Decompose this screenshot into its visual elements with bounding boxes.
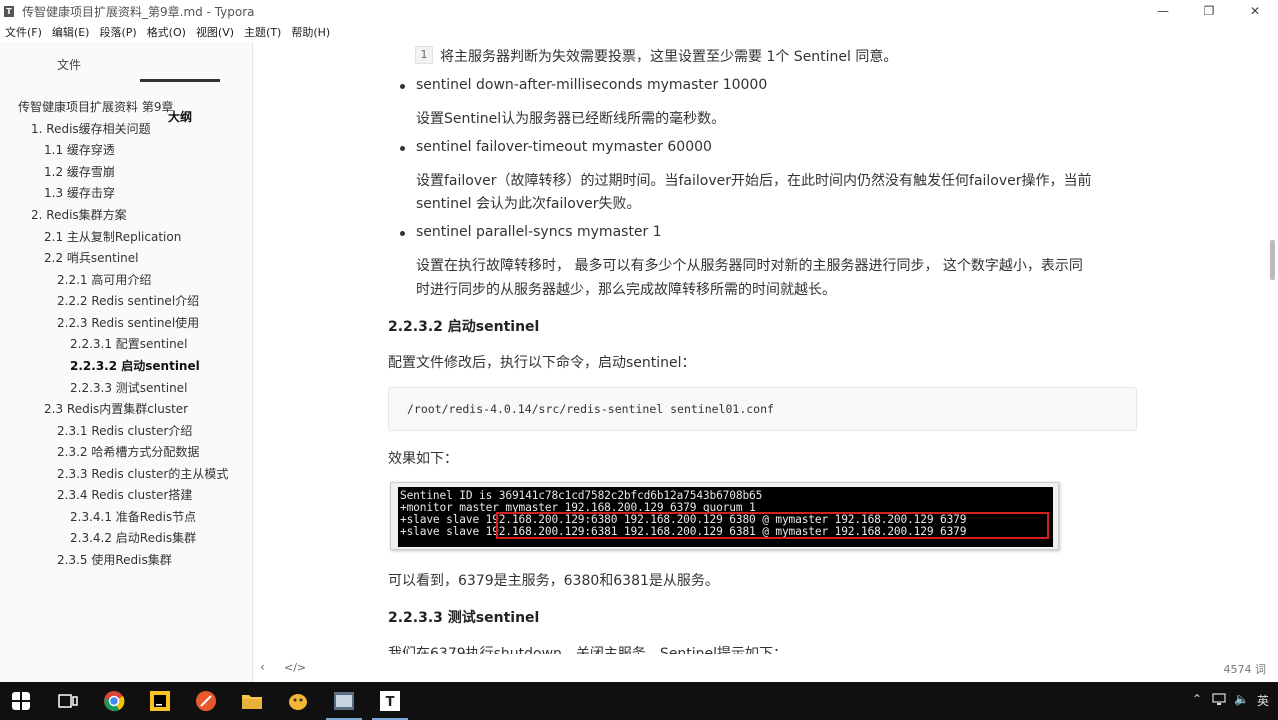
- menu-paragraph[interactable]: 段落(P): [94, 24, 141, 40]
- outline-item[interactable]: 2.2.1 高可用介绍: [57, 271, 151, 288]
- windows-taskbar: T ⌃ 🔈 英: [0, 682, 1278, 720]
- outline-item[interactable]: 2. Redis集群方案: [31, 206, 127, 223]
- tab-files[interactable]: 文件: [57, 56, 81, 73]
- outline-item[interactable]: 2.3.1 Redis cluster介绍: [57, 422, 192, 439]
- intellij-icon[interactable]: [149, 690, 171, 712]
- outline-item[interactable]: 2.2.2 Redis sentinel介绍: [57, 292, 199, 309]
- paragraph: 我们在6379执行shutdown，关闭主服务，Sentinel提示如下：: [388, 646, 788, 654]
- toggle-sidebar-icon[interactable]: ‹: [260, 660, 265, 674]
- paragraph: 可以看到，6379是主服务，6380和6381是从服务。: [388, 573, 719, 589]
- outline-item[interactable]: 2.3.4 Redis cluster搭建: [57, 486, 192, 503]
- config-item-desc: sentinel 会认为此次failover失败。: [416, 196, 641, 212]
- outline-item[interactable]: 1. Redis缓存相关问题: [31, 120, 151, 137]
- list-item-text: 将主服务器判断为失效需要投票，这里设置至少需要 1个 Sentinel 同意。: [440, 49, 898, 65]
- svg-text:T: T: [386, 695, 395, 710]
- outline-item[interactable]: 1.1 缓存穿透: [44, 141, 115, 158]
- outline-item[interactable]: 2.2.3.3 测试sentinel: [70, 379, 187, 396]
- file-explorer-icon[interactable]: [241, 690, 263, 712]
- list-number: 1: [415, 46, 433, 64]
- window-title: 传智健康项目扩展资料_第9章.md - Typora: [22, 4, 255, 19]
- terminal-output: Sentinel ID is 369141c78c1cd7582c2bfcd6b…: [398, 487, 1053, 547]
- section-heading: 2.2.3.2 启动sentinel: [388, 319, 540, 335]
- outline-item[interactable]: 2.3 Redis内置集群cluster: [44, 400, 188, 417]
- network-icon[interactable]: [1212, 692, 1226, 706]
- outline-item[interactable]: 2.3.2 哈希槽方式分配数据: [57, 443, 199, 460]
- config-item-desc: 设置在执行故障转移时， 最多可以有多少个从服务器同时对新的主服务器进行同步， 这…: [416, 258, 1083, 274]
- bullet-icon: [400, 84, 405, 89]
- windows-start-icon[interactable]: [12, 692, 30, 710]
- code-line: /root/redis-4.0.14/src/redis-sentinel se…: [407, 402, 774, 416]
- paragraph: 效果如下：: [388, 451, 458, 467]
- menu-bar: 文件(F) 编辑(E) 段落(P) 格式(O) 视图(V) 主题(T) 帮助(H…: [0, 22, 1278, 42]
- menu-view[interactable]: 视图(V): [191, 24, 239, 40]
- volume-icon[interactable]: 🔈: [1234, 692, 1249, 706]
- outline-item[interactable]: 2.1 主从复制Replication: [44, 228, 181, 245]
- outline-item[interactable]: 1.3 缓存击穿: [44, 184, 115, 201]
- config-item-desc: 设置failover（故障转移）的过期时间。当failover开始后，在此时间内…: [416, 173, 1092, 189]
- vertical-scrollbar[interactable]: [1266, 42, 1278, 654]
- outline-item[interactable]: 传智健康项目扩展资料 第9章: [18, 98, 173, 115]
- config-item-desc: 设置Sentinel认为服务器已经断线所需的毫秒数。: [416, 111, 726, 127]
- minimize-button[interactable]: —: [1140, 0, 1186, 22]
- highlight-box: [496, 512, 1049, 539]
- restore-button[interactable]: ❐: [1186, 0, 1232, 22]
- config-item-cmd: sentinel parallel-syncs mymaster 1: [416, 224, 662, 240]
- paragraph: 配置文件修改后，执行以下命令，启动sentinel：: [388, 355, 696, 371]
- scroll-thumb[interactable]: [1270, 240, 1275, 280]
- code-block[interactable]: /root/redis-4.0.14/src/redis-sentinel se…: [388, 387, 1137, 431]
- menu-help[interactable]: 帮助(H): [286, 24, 335, 40]
- menu-theme[interactable]: 主题(T): [239, 24, 286, 40]
- outline-item[interactable]: 2.3.4.2 启动Redis集群: [70, 529, 196, 546]
- task-view-icon[interactable]: [58, 693, 78, 709]
- config-item-desc: 时进行同步的从服务器越少，那么完成故障转移所需的时间就越长。: [416, 282, 836, 298]
- tray-chevron-icon[interactable]: ⌃: [1192, 692, 1202, 706]
- outline-item[interactable]: 2.2 哨兵sentinel: [44, 249, 139, 266]
- terminal-app-icon[interactable]: [333, 690, 355, 712]
- word-count[interactable]: 4574 词: [1224, 661, 1267, 677]
- close-button[interactable]: ✕: [1232, 0, 1278, 22]
- outline-item[interactable]: 1.2 缓存雪崩: [44, 163, 115, 180]
- messenger-icon[interactable]: [287, 690, 309, 712]
- title-bar: T 传智健康项目扩展资料_第9章.md - Typora — ❐ ✕: [0, 0, 1278, 22]
- terminal-screenshot: Sentinel ID is 369141c78c1cd7582c2bfcd6b…: [390, 482, 1059, 550]
- bullet-icon: [400, 231, 405, 236]
- menu-format[interactable]: 格式(O): [142, 24, 191, 40]
- source-mode-icon[interactable]: </>: [284, 661, 306, 674]
- bullet-icon: [400, 146, 405, 151]
- input-language[interactable]: 英: [1257, 692, 1269, 709]
- outline-item[interactable]: 2.3.3 Redis cluster的主从模式: [57, 465, 228, 482]
- outline-item[interactable]: 2.2.3 Redis sentinel使用: [57, 314, 199, 331]
- sidebar: 文件 大纲 传智健康项目扩展资料 第9章 1. Redis缓存相关问题 1.1 …: [0, 42, 253, 682]
- typora-app-icon: T: [4, 5, 14, 17]
- menu-file[interactable]: 文件(F): [0, 24, 47, 40]
- status-bar: ‹ </> 4574 词: [254, 656, 1278, 682]
- config-item-cmd: sentinel down-after-milliseconds mymaste…: [416, 77, 768, 93]
- menu-edit[interactable]: 编辑(E): [47, 24, 95, 40]
- editor-content[interactable]: 1 将主服务器判断为失效需要投票，这里设置至少需要 1个 Sentinel 同意…: [254, 42, 1264, 654]
- typora-taskbar-icon[interactable]: T: [379, 690, 401, 712]
- outline-item[interactable]: 2.3.4.1 准备Redis节点: [70, 508, 196, 525]
- active-tab-indicator: [140, 79, 220, 82]
- chrome-icon[interactable]: [103, 690, 125, 712]
- outline-item[interactable]: 2.2.3.1 配置sentinel: [70, 335, 187, 352]
- section-heading: 2.2.3.3 测试sentinel: [388, 610, 540, 626]
- outline-item-active[interactable]: 2.2.3.2 启动sentinel: [70, 357, 200, 374]
- outline-item[interactable]: 2.3.5 使用Redis集群: [57, 551, 172, 568]
- feather-app-icon[interactable]: [195, 690, 217, 712]
- config-item-cmd: sentinel failover-timeout mymaster 60000: [416, 139, 712, 155]
